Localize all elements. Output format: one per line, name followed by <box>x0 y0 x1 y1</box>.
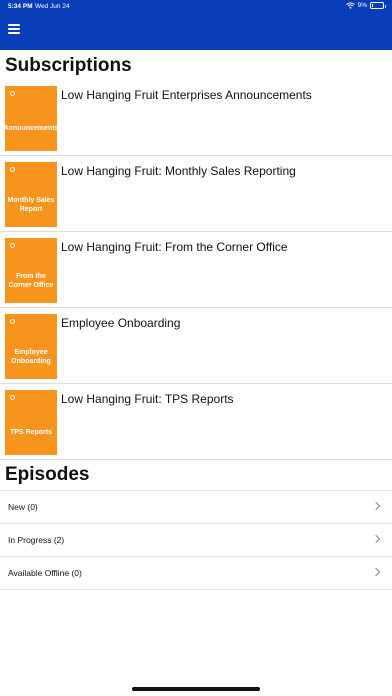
status-right: 9% <box>345 2 386 9</box>
episodes-title: Episodes <box>5 464 90 485</box>
subscription-thumbnail: From the Corner Office <box>5 238 57 303</box>
subscription-thumbnail: Monthly Sales Report <box>5 162 57 227</box>
subscription-item[interactable]: Announcements Low Hanging Fruit Enterpri… <box>0 80 392 156</box>
subscription-title: Low Hanging Fruit: Monthly Sales Reporti… <box>61 164 296 178</box>
thumb-logo-icon <box>10 243 39 248</box>
app-header: 5:34 PM Wed Jun 24 9% <box>0 0 392 50</box>
thumb-logo-icon <box>10 319 39 324</box>
episodes-list: New (0) In Progress (2) Available Offlin… <box>0 490 392 590</box>
thumb-logo-icon <box>10 395 39 400</box>
chevron-right-icon <box>371 501 381 511</box>
thumb-logo-icon <box>10 91 39 96</box>
chevron-right-icon <box>371 567 381 577</box>
status-date: Wed Jun 24 <box>35 3 70 10</box>
subscription-item[interactable]: Employee Onboarding Employee Onboarding <box>0 308 392 384</box>
subscription-title: Low Hanging Fruit: TPS Reports <box>61 392 234 406</box>
subscriptions-list: Announcements Low Hanging Fruit Enterpri… <box>0 80 392 460</box>
episodes-row-label: In Progress (2) <box>8 535 65 545</box>
subscription-title: Low Hanging Fruit: From the Corner Offic… <box>61 240 288 254</box>
battery-percent: 9% <box>357 2 367 9</box>
episodes-row-new[interactable]: New (0) <box>0 491 392 524</box>
thumb-label: From the Corner Office <box>8 272 54 289</box>
subscription-thumbnail: Announcements <box>5 86 57 151</box>
chevron-right-icon <box>371 534 381 544</box>
subscription-item[interactable]: From the Corner Office Low Hanging Fruit… <box>0 232 392 308</box>
subscription-item[interactable]: TPS Reports Low Hanging Fruit: TPS Repor… <box>0 384 392 460</box>
subscription-title: Employee Onboarding <box>61 316 181 330</box>
subscription-item[interactable]: Monthly Sales Report Low Hanging Fruit: … <box>0 156 392 232</box>
hamburger-menu-icon[interactable] <box>8 24 20 34</box>
episodes-row-in-progress[interactable]: In Progress (2) <box>0 524 392 557</box>
status-bar: 5:34 PM Wed Jun 24 9% <box>0 0 392 14</box>
home-indicator[interactable] <box>132 687 260 691</box>
episodes-row-label: New (0) <box>8 502 38 512</box>
thumb-label: Monthly Sales Report <box>7 196 55 213</box>
thumb-label: Employee Onboarding <box>11 348 51 365</box>
subscriptions-title: Subscriptions <box>5 55 132 76</box>
subscription-title: Low Hanging Fruit Enterprises Announceme… <box>61 88 312 102</box>
subscription-thumbnail: TPS Reports <box>5 390 57 455</box>
status-time: 5:34 PM <box>8 3 33 10</box>
subscription-thumbnail: Employee Onboarding <box>5 314 57 379</box>
thumb-label: TPS Reports <box>9 429 52 436</box>
episodes-row-label: Available Offline (0) <box>8 568 82 578</box>
thumb-label: Announcements <box>5 125 57 132</box>
wifi-icon <box>345 2 355 9</box>
battery-icon <box>370 2 386 9</box>
thumb-logo-icon <box>10 167 39 172</box>
episodes-row-available-offline[interactable]: Available Offline (0) <box>0 557 392 590</box>
battery-fill <box>372 4 373 7</box>
